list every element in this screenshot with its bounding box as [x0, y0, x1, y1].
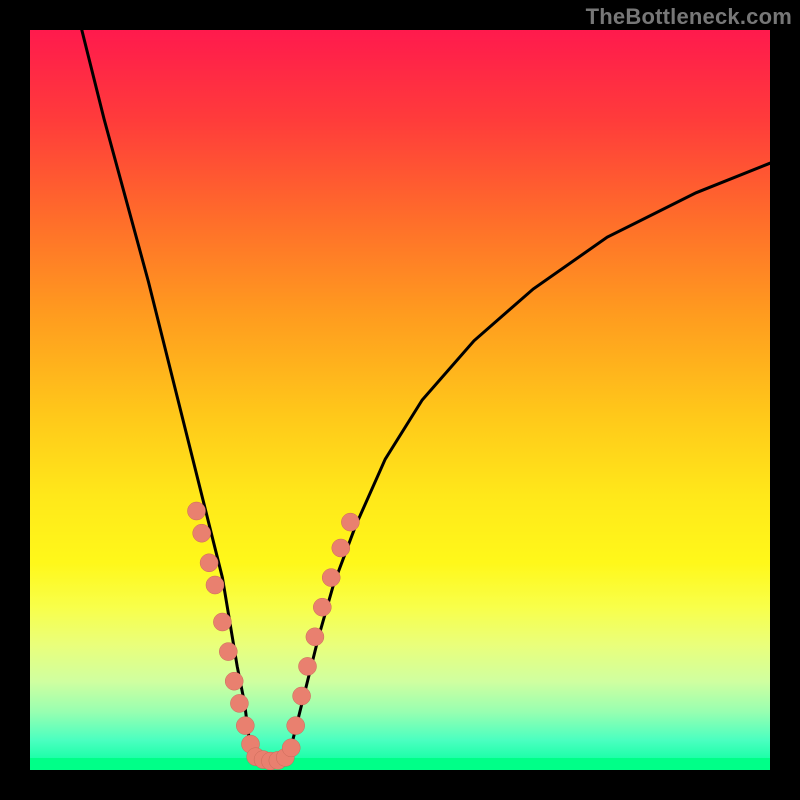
plot-area: [30, 30, 770, 770]
bead-marker: [200, 554, 218, 572]
bead-marker: [193, 524, 211, 542]
bead-marker: [322, 569, 340, 587]
bead-marker: [219, 643, 237, 661]
watermark-text: TheBottleneck.com: [586, 4, 792, 30]
curve-layer: [30, 30, 770, 770]
bead-marker: [293, 687, 311, 705]
bead-marker: [206, 576, 224, 594]
bead-marker: [230, 694, 248, 712]
bead-marker: [313, 598, 331, 616]
bead-marker: [341, 513, 359, 531]
bead-marker: [213, 613, 231, 631]
bead-marker: [236, 717, 254, 735]
chart-frame: TheBottleneck.com: [0, 0, 800, 800]
bead-marker: [299, 657, 317, 675]
bead-marker: [188, 502, 206, 520]
bead-marker: [282, 739, 300, 757]
bead-marker: [306, 628, 324, 646]
bead-marker: [287, 717, 305, 735]
bead-marker: [225, 672, 243, 690]
bead-marker: [332, 539, 350, 557]
bottleneck-curve: [82, 30, 770, 763]
